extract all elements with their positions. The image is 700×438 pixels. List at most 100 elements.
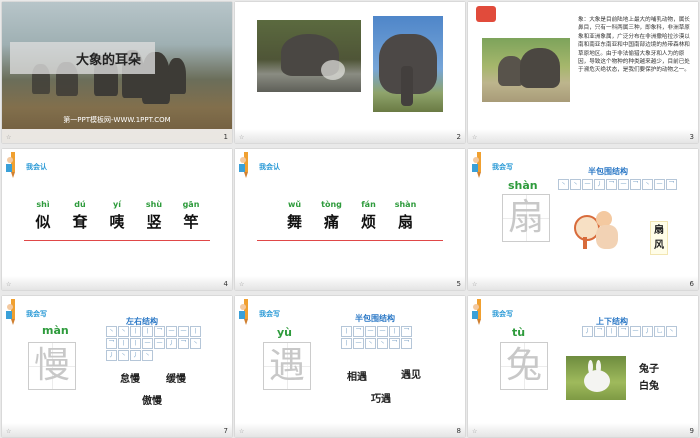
pencil-kid-icon	[239, 299, 248, 325]
word-card: 扇 风	[650, 221, 668, 255]
stroke-step: 丨	[118, 338, 129, 349]
stroke-step: 丨	[389, 326, 400, 337]
stroke-step: 丶	[377, 338, 388, 349]
section-header: 我会写	[239, 299, 339, 327]
stroke-step: 乛	[389, 338, 400, 349]
pinyin: shì	[36, 200, 50, 209]
stroke-step: 丿	[642, 326, 653, 337]
pinyin: dú	[74, 200, 86, 209]
hanzi: 耷	[72, 213, 88, 231]
slide-number: 8	[456, 427, 461, 435]
slide-thumbnail-8[interactable]: 我会写 半包围结构 yù 遇 丨乛一一丨乛丨一丶丶乛乛 相遇 遇见 巧遇 ☆ 8	[235, 296, 465, 437]
slide-footer: 第一PPT模板网-WWW.1PPT.COM	[63, 116, 171, 124]
hanzi-row: 似 耷 咦 竖 竿	[2, 211, 232, 232]
slide-thumbnail-1[interactable]: 大象的耳朵 第一PPT模板网-WWW.1PPT.COM ☆ 1	[2, 2, 232, 143]
stroke-step: 一	[377, 326, 388, 337]
star-icon: ☆	[6, 428, 12, 435]
hanzi: 似	[35, 213, 51, 231]
pinyin: shù	[145, 200, 163, 209]
stroke-step: 丨	[142, 326, 153, 337]
section-label: 我会认	[26, 163, 47, 171]
slide-number: 1	[223, 133, 228, 141]
slide-number: 2	[456, 133, 461, 141]
hanzi: 咦	[109, 213, 125, 231]
example-word: 白兔	[639, 381, 659, 392]
character-pinyin: shàn	[508, 179, 538, 192]
writing-grid-character: 兔	[500, 342, 548, 390]
pinyin: gān	[182, 200, 200, 209]
word-card: 兔子 白兔	[636, 360, 662, 396]
stroke-order-grid: 丶丶一丿乛一乛丶一乛	[558, 179, 677, 190]
structure-label: 半包围结构	[588, 167, 628, 176]
stroke-step: 丶	[570, 179, 581, 190]
stroke-step: 乛	[401, 338, 412, 349]
white-rabbit-photo	[566, 356, 626, 400]
slide-thumbnail-4[interactable]: 我会认 shì dú yí shù gān 似 耷 咦 竖 竿 ☆ 4	[2, 149, 232, 290]
example-word: 扇	[654, 225, 664, 236]
slide-thumbnail-7[interactable]: 我会写 左右结构 màn 慢 丶丶丨丨乛一一丨乛丨丨一一丿乛丶丿丶丿丶 怠慢 缓…	[2, 296, 232, 437]
stroke-step: 丨	[130, 338, 141, 349]
pinyin: yí	[113, 200, 121, 209]
slide-number: 6	[689, 280, 694, 288]
section-label: 我会认	[259, 163, 280, 171]
slide-thumbnail-6[interactable]: 我会写 半包围结构 shàn 扇 丶丶一丿乛一乛丶一乛 扇 风 ☆ 6	[468, 149, 698, 290]
stroke-step: 一	[353, 338, 364, 349]
star-icon: ☆	[239, 428, 245, 435]
slide-bottom-bar	[235, 129, 465, 143]
slide-bottom-bar	[2, 423, 232, 437]
pinyin: fán	[361, 200, 376, 209]
stroke-step: 丨	[190, 326, 201, 337]
slide-thumbnail-5[interactable]: 我会认 wǔ tòng fán shàn 舞 痛 烦 扇 ☆ 5	[235, 149, 465, 290]
star-icon: ☆	[239, 134, 245, 141]
example-word: 怠慢	[120, 374, 140, 385]
girl-with-fan-illustration	[572, 209, 624, 253]
stroke-step: 丶	[106, 326, 117, 337]
stroke-step: 乛	[606, 179, 617, 190]
stroke-step: 一	[582, 179, 593, 190]
stroke-step: 丿	[582, 326, 593, 337]
book-icon	[476, 6, 496, 22]
slide-thumbnail-3[interactable]: 象：大象是目前陆地上最大的哺乳动物，属长鼻目，只有一科两属三种，即象科，非洲草原…	[468, 2, 698, 143]
slide-bottom-bar	[468, 276, 698, 290]
section-header: 我会认	[239, 152, 339, 180]
stroke-step: 一	[142, 338, 153, 349]
structure-label: 半包围结构	[355, 314, 395, 323]
slide-thumbnail-9[interactable]: 我会写 上下结构 tù 兔 丿乛丨乛一丿乚丶 兔子 白兔 ☆ 9	[468, 296, 698, 437]
elephant-front-photo	[373, 16, 443, 112]
stroke-step: 丶	[365, 338, 376, 349]
stroke-step: 一	[618, 179, 629, 190]
character-pinyin: tù	[512, 326, 526, 339]
stroke-step: 乛	[401, 326, 412, 337]
slide-number: 5	[456, 280, 461, 288]
stroke-step: 乛	[630, 179, 641, 190]
stroke-order-grid: 丶丶丨丨乛一一丨乛丨丨一一丿乛丶丿丶丿丶	[106, 326, 201, 361]
slide-thumbnail-2[interactable]: ☆ 2	[235, 2, 465, 143]
example-word: 相遇	[347, 372, 367, 383]
slide-number: 4	[223, 280, 228, 288]
stroke-step: 丶	[118, 326, 129, 337]
title-box: 大象的耳朵	[10, 42, 155, 74]
character-pinyin: yù	[277, 326, 293, 339]
example-word: 巧遇	[371, 394, 391, 405]
stroke-order-grid: 丨乛一一丨乛丨一丶丶乛乛	[341, 326, 412, 349]
hanzi: 竖	[146, 213, 162, 231]
pencil-kid-icon	[472, 152, 481, 178]
slide-bottom-bar	[468, 129, 698, 143]
hanzi: 烦	[360, 213, 376, 231]
elephant-description: 象：大象是目前陆地上最大的哺乳动物，属长鼻目，只有一科两属三种，即象科，非洲草原…	[578, 17, 690, 74]
slide-number: 9	[689, 427, 694, 435]
stroke-step: 丶	[642, 179, 653, 190]
pinyin: shàn	[394, 200, 417, 209]
stroke-step: 丨	[341, 338, 352, 349]
stroke-step: 丶	[118, 350, 129, 361]
stroke-step: 乛	[106, 338, 117, 349]
stroke-step: 丿	[106, 350, 117, 361]
section-header: 我会写	[472, 299, 572, 327]
stroke-step: 乛	[353, 326, 364, 337]
stroke-step: 丶	[190, 338, 201, 349]
slide-bottom-bar	[2, 276, 232, 290]
stroke-step: 乛	[178, 338, 189, 349]
hanzi: 竿	[183, 213, 199, 231]
stroke-step: 丿	[166, 338, 177, 349]
hanzi: 痛	[323, 213, 339, 231]
